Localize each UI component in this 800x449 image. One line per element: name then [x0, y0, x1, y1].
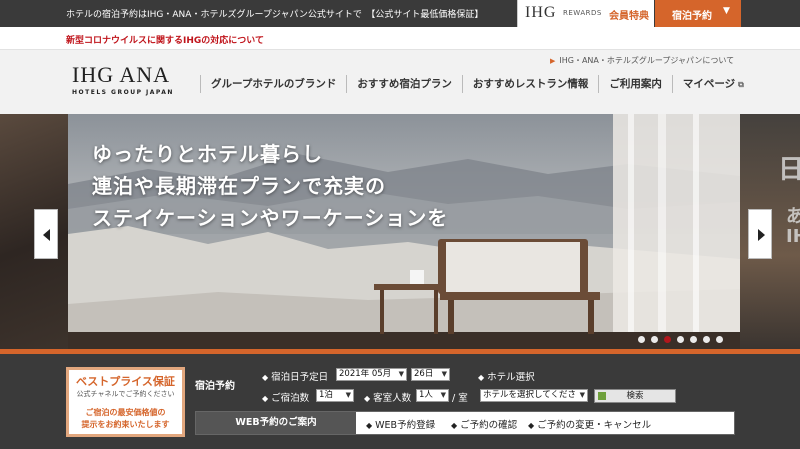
covid-notice-link[interactable]: 新型コロナウイルスに関するIHGの対応について [66, 33, 264, 46]
diamond-icon: ◆ [451, 421, 458, 430]
nights-value: 1泊 [319, 390, 333, 400]
member-perks-label: 会員特典 [609, 11, 649, 22]
checkin-day-select[interactable]: 26日 ▼ [411, 368, 450, 381]
nav-mypage-label: マイページ [682, 78, 736, 90]
next-slide-text: あ [786, 206, 800, 227]
reserve-dropdown-button[interactable]: 宿泊予約 ▼ [655, 0, 741, 27]
nav-restaurants[interactable]: おすすめレストラン情報 [461, 75, 599, 93]
web-reservation-bar: WEB予約のご案内 ◆ WEB予約登録 ◆ ご予約の確認 ◆ ご予約の変更・キャンセル [195, 411, 735, 435]
arrow-right-icon [758, 229, 765, 241]
chevron-down-icon: ▼ [398, 370, 404, 378]
best-price-note: ご宿泊の最安価格値の 提示をお約束いたします [69, 407, 182, 431]
diamond-icon: ◆ [364, 394, 371, 403]
checkin-label: 宿泊日予定日 [271, 372, 329, 383]
checkin-month-select[interactable]: 2021年 05月 ▼ [336, 368, 407, 381]
external-window-icon: ⧉ [738, 80, 744, 89]
nights-label: ご宿泊数 [271, 393, 310, 404]
notice-bar: 新型コロナウイルスに関するIHGの対応について [0, 27, 800, 49]
diamond-icon: ◆ [262, 373, 269, 382]
next-slide-text: IH [786, 226, 800, 247]
next-slide-text: 日 [778, 155, 800, 185]
carousel-dot[interactable] [690, 336, 697, 343]
checkin-month-value: 2021年 05月 [339, 369, 392, 379]
headline-line: ゆったりとホテル暮らし [92, 142, 323, 166]
best-price-note-line: ご宿泊の最安価格値の [85, 408, 166, 417]
carousel-dot[interactable] [638, 336, 645, 343]
best-price-subtitle: 公式チャネルでご予約ください [76, 390, 175, 398]
search-marker-icon [598, 392, 606, 400]
hotel-field-label: ◆ ホテル選択 [478, 369, 535, 383]
arrow-left-icon [43, 229, 50, 241]
checkin-day-value: 26日 [414, 369, 434, 379]
booking-section-label: 宿泊予約 [195, 381, 235, 392]
web-reservation-links: ◆ WEB予約登録 ◆ ご予約の確認 ◆ ご予約の変更・キャンセル [356, 412, 734, 434]
search-label: 検索 [626, 391, 644, 401]
hotel-select-value: ホテルを選択してくださ [483, 390, 576, 400]
nav-mypage[interactable]: マイページ ⧉ [671, 75, 754, 93]
chevron-down-icon: ▼ [440, 391, 446, 399]
booking-panel: ベストプライス保証 公式チャネルでご予約ください ご宿泊の最安価格値の 提示をお… [0, 354, 800, 449]
chevron-down-icon: ▼ [441, 370, 447, 378]
brand-subtitle: HOTELS GROUP JAPAN [72, 89, 174, 96]
diamond-icon: ◆ [528, 421, 535, 430]
hotel-label: ホテル選択 [487, 372, 535, 383]
confirm-reservation-label: ご予約の確認 [460, 420, 518, 431]
web-reservation-label: WEB予約のご案内 [196, 412, 356, 434]
about-group-label: IHG・ANA・ホテルズグループジャパンについて [559, 56, 735, 65]
site-header: ▶ IHG・ANA・ホテルズグループジャパンについて IHG ANA HOTELS… [0, 49, 800, 114]
prev-slide-button[interactable] [34, 209, 58, 259]
chevron-down-icon: ▼ [345, 391, 351, 399]
chevron-down-icon: ▼ [579, 391, 585, 399]
carousel-dot[interactable] [651, 336, 658, 343]
rewards-text: REWARDS [563, 9, 602, 17]
headline-line: 連泊や長期滞在プランで充実の [92, 174, 386, 198]
brand-name: IHG ANA [72, 62, 171, 87]
top-bar: ホテルの宿泊予約はIHG・ANA・ホテルズグループジャパン公式サイトで 【公式サ… [0, 0, 800, 27]
nights-field-label: ◆ ご宿泊数 [262, 390, 309, 404]
triangle-right-icon: ▶ [550, 57, 556, 65]
web-register-link[interactable]: ◆ WEB予約登録 [366, 417, 435, 431]
diamond-icon: ◆ [262, 394, 269, 403]
best-price-badge[interactable]: ベストプライス保証 公式チャネルでご予約ください ご宿泊の最安価格値の 提示をお… [66, 367, 185, 437]
caret-down-icon: ▼ [723, 6, 730, 16]
next-slide-button[interactable] [748, 209, 772, 259]
change-cancel-label: ご予約の変更・キャンセル [537, 420, 652, 431]
best-price-title: ベストプライス保証 [76, 375, 175, 388]
reserve-label: 宿泊予約 [672, 11, 712, 22]
search-button[interactable]: 検索 [594, 389, 676, 403]
hotel-select[interactable]: ホテルを選択してくださ ▼ [480, 389, 588, 402]
hero-headline: ゆったりとホテル暮らし 連泊や長期滞在プランで充実の ステイケーションやワーケー… [92, 138, 448, 234]
carousel-dots [638, 336, 729, 343]
carousel-dot[interactable] [664, 336, 671, 343]
carousel-dot[interactable] [703, 336, 710, 343]
diamond-icon: ◆ [366, 421, 373, 430]
headline-line: ステイケーションやワーケーションを [92, 206, 449, 230]
per-room-label: / 室 [452, 393, 468, 404]
guests-field-label: ◆ 客室人数 [364, 390, 411, 404]
confirm-reservation-link[interactable]: ◆ ご予約の確認 [451, 417, 517, 431]
global-nav: グループホテルのブランド おすすめ宿泊プラン おすすめレストラン情報 ご利用案内… [200, 75, 754, 93]
guests-value: 1人 [419, 390, 433, 400]
about-group-link[interactable]: ▶ IHG・ANA・ホテルズグループジャパンについて [550, 55, 734, 66]
checkin-field-label: ◆ 宿泊日予定日 [262, 369, 328, 383]
diamond-icon: ◆ [478, 373, 485, 382]
web-register-label: WEB予約登録 [375, 420, 436, 431]
change-cancel-link[interactable]: ◆ ご予約の変更・キャンセル [528, 417, 651, 431]
carousel-dot[interactable] [716, 336, 723, 343]
guests-select[interactable]: 1人 ▼ [416, 389, 449, 402]
ihg-rewards-link[interactable]: IHG REWARDS 会員特典 [517, 0, 654, 27]
nav-plans[interactable]: おすすめ宿泊プラン [346, 75, 462, 93]
nav-brands[interactable]: グループホテルのブランド [200, 75, 346, 93]
carousel-dot[interactable] [677, 336, 684, 343]
guests-label: 客室人数 [373, 393, 412, 404]
nav-guide[interactable]: ご利用案内 [598, 75, 672, 93]
best-price-note-line: 提示をお約束いたします [81, 420, 170, 429]
nights-select[interactable]: 1泊 ▼ [316, 389, 354, 402]
ihg-rewards-logo: IHG [525, 4, 557, 21]
brand-logo[interactable]: IHG ANA HOTELS GROUP JAPAN [72, 62, 174, 97]
top-message: ホテルの宿泊予約はIHG・ANA・ホテルズグループジャパン公式サイトで 【公式サ… [66, 10, 484, 20]
